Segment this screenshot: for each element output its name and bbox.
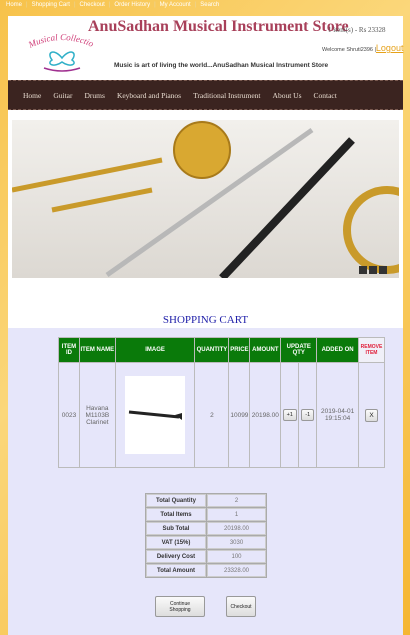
nav-contact[interactable]: Contact: [314, 91, 337, 100]
summary-label: Delivery Cost: [146, 550, 206, 563]
top-link-search[interactable]: Search: [200, 2, 219, 8]
continue-shopping-button[interactable]: Continue Shopping: [155, 596, 205, 617]
summary-row: VAT (15%) 3030: [146, 536, 266, 549]
col-update-qty: UPDATE QTY: [281, 338, 317, 362]
nav-drums[interactable]: Drums: [85, 91, 105, 100]
summary-label: Total Quantity: [146, 494, 206, 507]
item-price: 10099: [229, 363, 250, 467]
svg-text:Musical Collection: Musical Collection: [26, 34, 96, 50]
remove-item-button[interactable]: X: [365, 408, 378, 422]
nav-keyboard[interactable]: Keyboard and Pianos: [117, 91, 181, 100]
summary-row: Total Items 1: [146, 508, 266, 521]
dec-cell: -1: [299, 363, 317, 467]
col-price: PRICE: [229, 338, 250, 362]
logo[interactable]: Musical Collection: [26, 34, 98, 74]
header: Musical Collection AnuSadhan Musical Ins…: [8, 16, 403, 80]
col-item-id: ITEM ID: [59, 338, 79, 362]
nav-about[interactable]: About Us: [273, 91, 302, 100]
main-nav: Home Guitar Drums Keyboard and Pianos Tr…: [8, 80, 403, 110]
nav-home[interactable]: Home: [23, 91, 41, 100]
summary-label: Total Amount: [146, 564, 206, 577]
summary-value: 23328.00: [207, 564, 266, 577]
clarinet-image: [125, 376, 186, 454]
summary-value: 100: [207, 550, 266, 563]
top-link-orders[interactable]: Order History: [114, 2, 150, 8]
summary-row: Total Quantity 2: [146, 494, 266, 507]
cart-heading: SHOPPING CART: [162, 314, 249, 326]
item-image-cell: [115, 363, 195, 467]
summary-label: Total Items: [146, 508, 206, 521]
page: Musical Collection AnuSadhan Musical Ins…: [8, 16, 403, 635]
summary-value: 20198.00: [207, 522, 266, 535]
top-links: Home | Shopping Cart | Checkout | Order His…: [6, 2, 220, 8]
col-quantity: QUANTITY: [195, 338, 229, 362]
col-item-name: ITEM NAME: [79, 338, 115, 362]
decrease-qty-button[interactable]: -1: [301, 409, 315, 421]
item-quantity: 2: [195, 363, 229, 467]
remove-cell: X: [358, 363, 384, 467]
top-link-account[interactable]: My Account: [160, 2, 191, 8]
table-row: 0023 Havana M1103B Clarinet 2 10099 2019…: [59, 363, 384, 467]
summary-value: 3030: [207, 536, 266, 549]
tagline: Music is art of living the world...AnuSa…: [114, 62, 329, 69]
banner-image: [12, 120, 399, 278]
welcome-area: Welcome Shruti2396 |Logout: [322, 43, 403, 53]
summary-row: Total Amount 23328.00: [146, 564, 266, 577]
nav-traditional[interactable]: Traditional Instrument: [193, 91, 260, 100]
top-link-cart[interactable]: Shopping Cart: [32, 2, 70, 8]
summary-value: 1: [207, 508, 266, 521]
item-name: Havana M1103B Clarinet: [79, 363, 115, 467]
welcome-text: Welcome Shruti2396 |: [322, 47, 376, 53]
summary-row: Sub Total 20198.00: [146, 522, 266, 535]
col-remove: REMOVE ITEM: [358, 338, 384, 362]
cart-table: ITEM ID ITEM NAME IMAGE QUANTITY PRICE A…: [58, 337, 385, 468]
item-amount: 20198.00: [250, 363, 281, 467]
logout-link[interactable]: Logout: [376, 43, 404, 53]
col-added-on: ADDED ON: [317, 338, 358, 362]
nav-guitar[interactable]: Guitar: [53, 91, 72, 100]
summary-value: 2: [207, 494, 266, 507]
summary-row: Delivery Cost 100: [146, 550, 266, 563]
item-added-on: 2019-04-01 19:15:04: [317, 363, 358, 467]
col-image: IMAGE: [115, 338, 195, 362]
cart-header-row: ITEM ID ITEM NAME IMAGE QUANTITY PRICE A…: [59, 338, 384, 362]
increase-qty-button[interactable]: +1: [282, 409, 297, 421]
checkout-button[interactable]: Checkout: [226, 596, 256, 617]
col-amount: AMOUNT: [250, 338, 281, 362]
instruments-illustration: [12, 121, 399, 278]
top-link-home[interactable]: Home: [6, 2, 22, 8]
summary-table: Total Quantity 2 Total Items 1 Sub Total 20…: [145, 493, 267, 578]
inc-cell: +1: [281, 363, 299, 467]
store-title: AnuSadhan Musical Instrument Store: [88, 18, 349, 35]
top-link-checkout[interactable]: Checkout: [80, 2, 105, 8]
cart-summary[interactable]: 1 item(s) - Rs 23328: [328, 26, 386, 34]
summary-label: Sub Total: [146, 522, 206, 535]
item-id: 0023: [59, 363, 79, 467]
summary-label: VAT (15%): [146, 536, 206, 549]
